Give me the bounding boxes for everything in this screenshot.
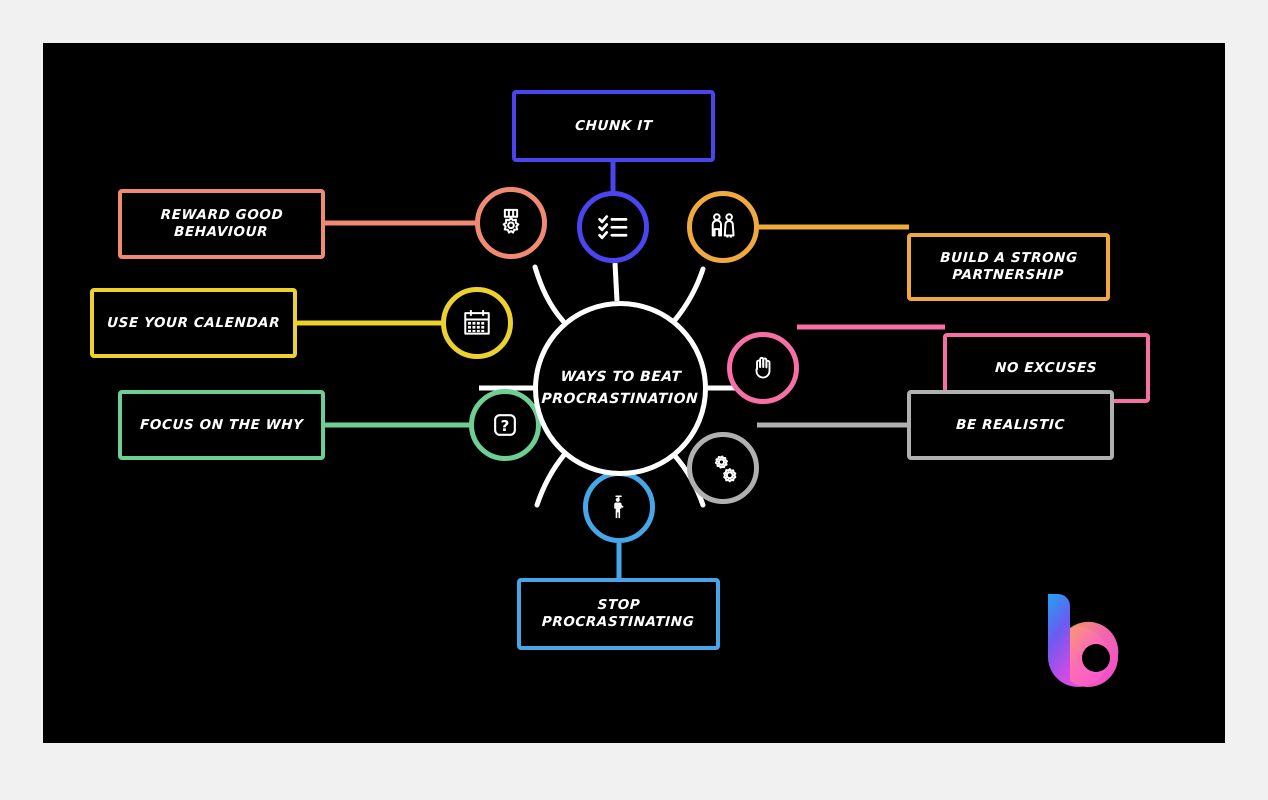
node-box-be-realistic[interactable]: BE REALISTIC — [907, 390, 1114, 460]
node-label-reward-good-behaviour: REWARD GOOD BEHAVIOUR — [160, 207, 284, 240]
center-hub-label-line1: WAYS TO BEAT — [560, 368, 682, 385]
center-hub[interactable]: WAYS TO BEAT PROCRASTINATION — [533, 301, 708, 476]
stop-hand-icon — [755, 356, 771, 379]
node-label-focus-on-the-why: FOCUS ON THE WHY — [139, 416, 304, 433]
node-label-be-realistic: BE REALISTIC — [955, 416, 1066, 433]
icon-circle-build-a-strong-partnership[interactable] — [687, 191, 759, 263]
node-box-chunk-it[interactable]: CHUNK IT — [512, 90, 715, 162]
question-mark-icon: ? — [494, 414, 516, 436]
medal-icon — [502, 208, 520, 234]
node-box-reward-good-behaviour[interactable]: REWARD GOOD BEHAVIOUR — [118, 189, 325, 259]
icon-circle-stop-procrastinating[interactable] — [583, 471, 655, 543]
icon-circle-chunk-it[interactable] — [577, 191, 649, 263]
checklist-icon — [598, 215, 628, 240]
node-label-chunk-it: CHUNK IT — [574, 117, 653, 134]
node-box-stop-procrastinating[interactable]: STOP PROCRASTINATING — [517, 578, 720, 650]
node-box-focus-on-the-why[interactable]: FOCUS ON THE WHY — [118, 390, 325, 460]
spoke-top — [612, 262, 620, 302]
spoke-upper-left — [532, 264, 566, 324]
icon-circle-no-excuses[interactable] — [727, 332, 799, 404]
spoke-lower-left — [534, 452, 567, 508]
node-box-use-your-calendar[interactable]: USE YOUR CALENDAR — [90, 288, 297, 358]
center-hub-label-line2: PROCRASTINATION — [541, 390, 699, 407]
center-hub-label: WAYS TO BEAT PROCRASTINATION — [527, 367, 714, 410]
two-people-icon — [711, 213, 735, 238]
icon-circle-use-your-calendar[interactable] — [441, 287, 513, 359]
calendar-icon — [464, 310, 490, 335]
node-label-stop-procrastinating: STOP PROCRASTINATING — [541, 597, 695, 630]
node-label-no-excuses: NO EXCUSES — [995, 359, 1099, 376]
icon-circle-be-realistic[interactable] — [687, 432, 759, 504]
page-root: WAYS TO BEAT PROCRASTINATION CHUNK IT RE… — [0, 0, 1268, 800]
node-label-build-a-strong-partnership: BUILD A STRONG PARTNERSHIP — [939, 250, 1079, 283]
mindmap-canvas: WAYS TO BEAT PROCRASTINATION CHUNK IT RE… — [43, 43, 1225, 743]
spoke-upper-right — [672, 266, 706, 323]
gears-icon — [714, 455, 736, 482]
node-box-build-a-strong-partnership[interactable]: BUILD A STRONG PARTNERSHIP — [907, 233, 1110, 301]
standing-person-icon — [614, 495, 624, 519]
node-label-use-your-calendar: USE YOUR CALENDAR — [106, 314, 281, 331]
brand-logo — [1040, 588, 1135, 693]
svg-text:?: ? — [501, 417, 510, 435]
icon-circle-reward-good-behaviour[interactable] — [475, 187, 547, 259]
